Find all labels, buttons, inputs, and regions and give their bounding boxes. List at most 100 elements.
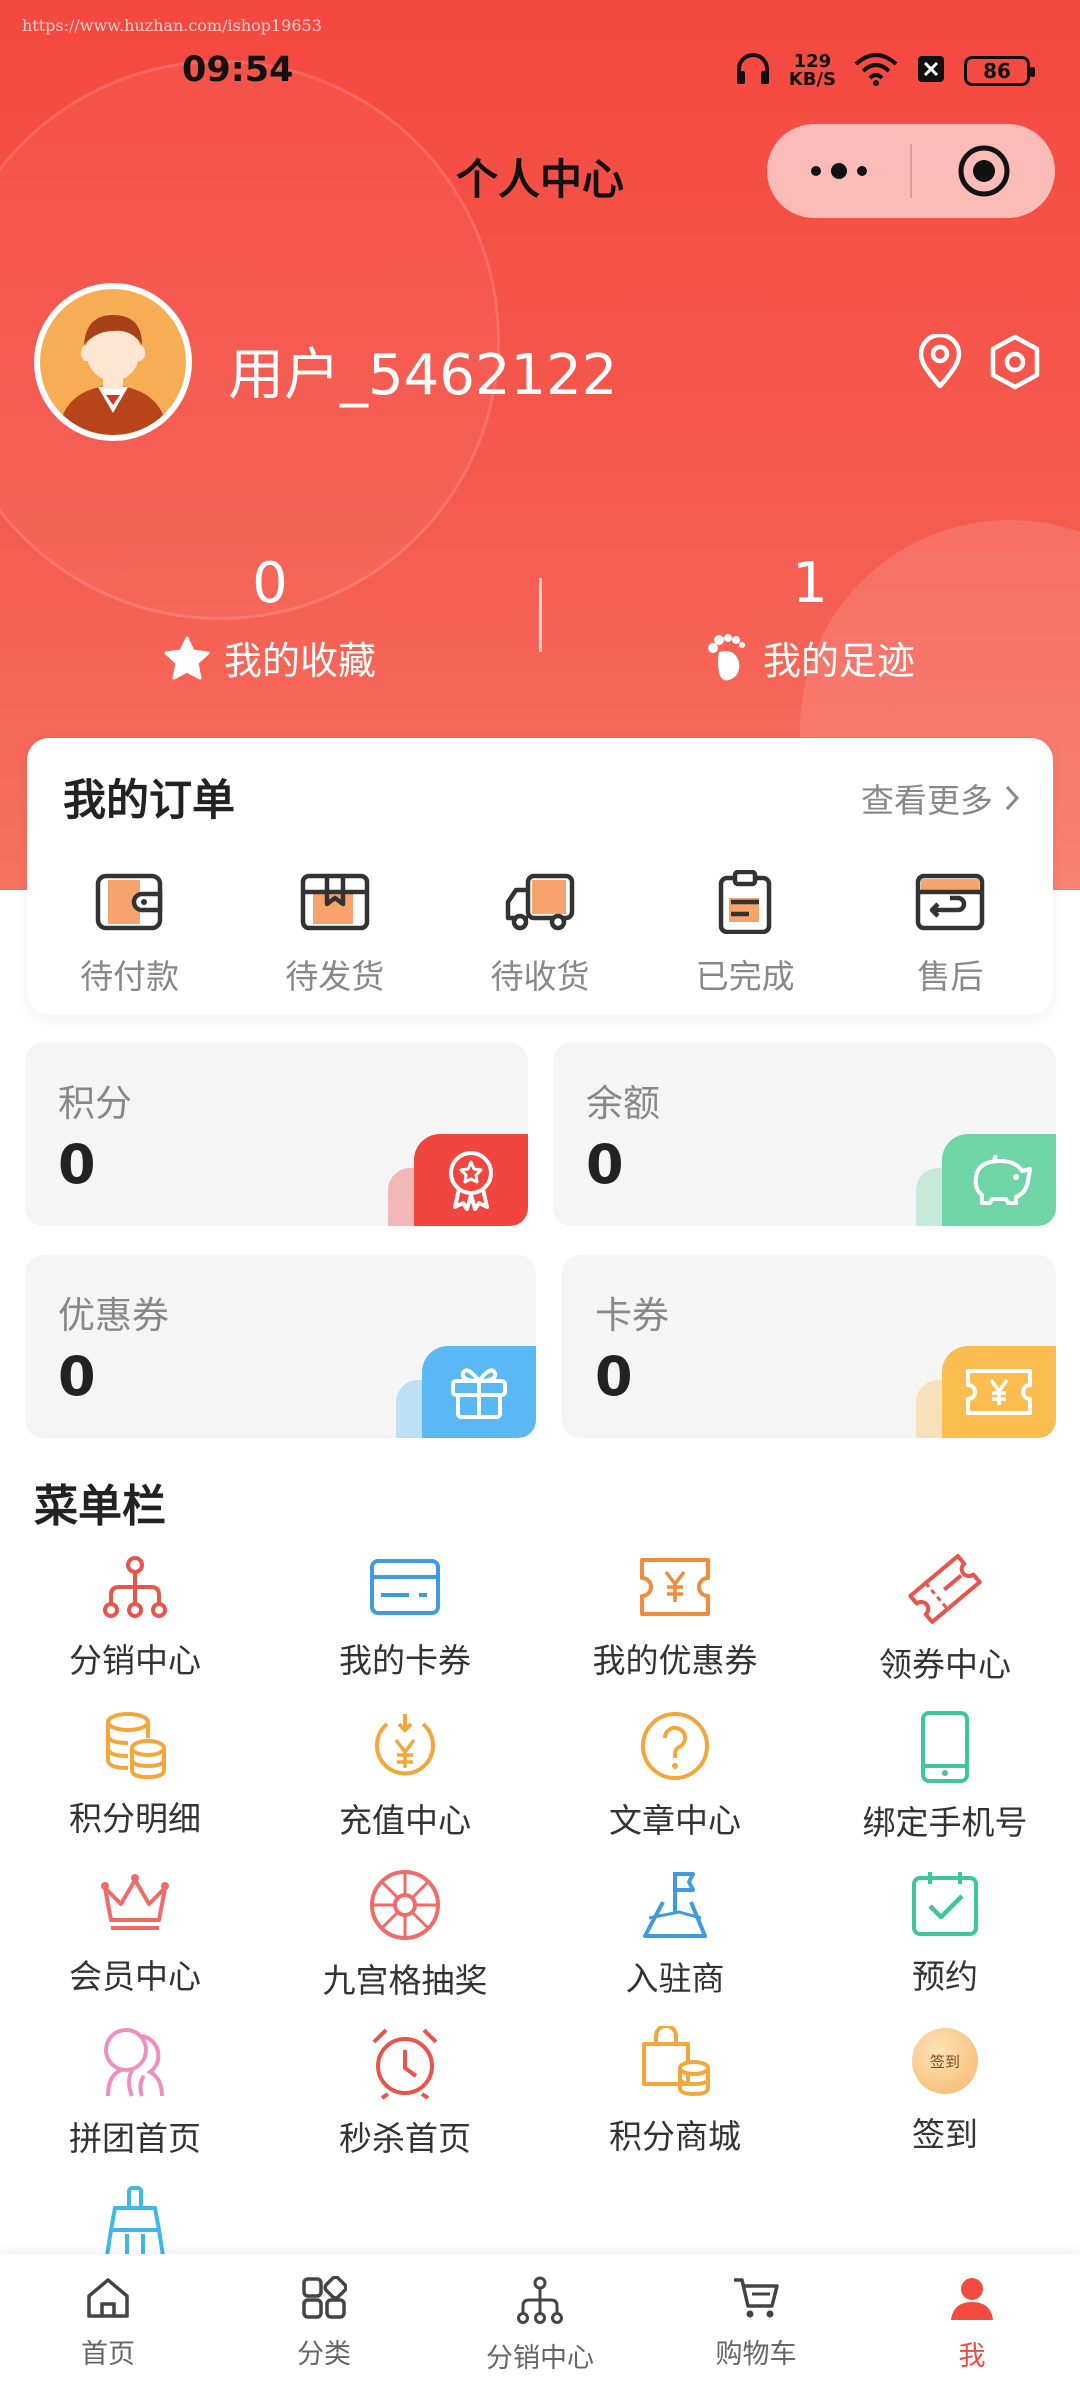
order-pending-payment[interactable]: 待付款 xyxy=(27,870,232,998)
menu-item-coupon-center[interactable]: 领券中心 xyxy=(810,1552,1080,1684)
order-after-sales[interactable]: 售后 xyxy=(848,870,1053,998)
menu-item-article-center[interactable]: 文章中心 xyxy=(540,1710,810,1840)
dot xyxy=(830,163,847,179)
piggy-bank-icon xyxy=(973,1154,1032,1205)
order-label: 售后 xyxy=(917,957,984,996)
menu-grid: 分销中心 我的卡券 我的优惠券 领券中心 积分明细 充值中心 文章中心 绑定手机… xyxy=(0,1552,1080,2314)
menu-item-member-center[interactable]: 会员中心 xyxy=(0,1868,270,1998)
asset-card-voucher-card[interactable]: 卡券 0 xyxy=(562,1255,1056,1438)
ticket-icon xyxy=(966,1369,1032,1415)
gift-icon xyxy=(451,1368,507,1419)
menu-item-merchant-join[interactable]: 入驻商 xyxy=(540,1868,810,1998)
package-icon xyxy=(300,873,370,931)
cart-icon xyxy=(734,2278,779,2318)
menu-item-points-mall[interactable]: 积分商城 xyxy=(540,2026,810,2156)
star-icon xyxy=(164,636,210,679)
header-actions xyxy=(916,332,1042,394)
tab-label: 我 xyxy=(958,2341,986,2372)
close-miniprogram-button[interactable] xyxy=(912,143,1055,199)
menu-item-label: 分销中心 xyxy=(69,1641,201,1680)
menu-item-label: 会员中心 xyxy=(69,1957,201,1996)
no-sim-icon xyxy=(916,54,946,88)
tab-label: 分类 xyxy=(297,2339,351,2370)
tab-label: 分销中心 xyxy=(486,2343,594,2374)
dot xyxy=(810,166,821,176)
tab-me[interactable]: 我 xyxy=(864,2254,1080,2400)
truck-icon xyxy=(505,873,575,931)
asset-badge xyxy=(942,1134,1056,1226)
menu-item-flash-sale-home[interactable]: 秒杀首页 xyxy=(270,2026,540,2158)
category-icon xyxy=(302,2276,347,2319)
recharge-icon xyxy=(375,1714,435,1776)
menu-item-group-buy-home[interactable]: 拼团首页 xyxy=(0,2026,270,2158)
status-indicators: 129 KB/S 86 xyxy=(735,52,1035,90)
stat-label: 我的收藏 xyxy=(223,639,376,683)
asset-points-card[interactable]: 积分 0 xyxy=(25,1043,528,1226)
bottom-tab-bar: 首页 分类 分销中心 购物车 我 xyxy=(0,2254,1080,2400)
card-icon xyxy=(370,1559,440,1615)
stat-favorites[interactable]: 0 我的收藏 xyxy=(0,548,540,685)
menu-item-label: 我的优惠券 xyxy=(592,1641,758,1680)
menu-item-label: 文章中心 xyxy=(609,1801,741,1840)
my-orders-card: 我的订单 查看更多 待付款 待发货 待收货 已完成 售后 xyxy=(27,738,1053,1015)
menu-item-bind-phone[interactable]: 绑定手机号 xyxy=(810,1710,1080,1842)
order-pending-shipment[interactable]: 待发货 xyxy=(232,870,437,998)
tab-home[interactable]: 首页 xyxy=(0,2254,216,2400)
menu-item-label: 秒杀首页 xyxy=(339,2119,471,2158)
net-speed-unit: KB/S xyxy=(788,69,836,90)
menu-item-my-coupons[interactable]: 我的优惠券 xyxy=(540,1552,810,1682)
more-options-button[interactable] xyxy=(767,163,910,179)
checkin-icon: 签到 xyxy=(912,2028,978,2094)
menu-item-reservation[interactable]: 预约 xyxy=(810,1868,1080,1998)
wifi-icon xyxy=(854,52,898,90)
asset-label: 卡券 xyxy=(595,1294,669,1337)
menu-item-points-detail[interactable]: 积分明细 xyxy=(0,1710,270,1840)
tab-category[interactable]: 分类 xyxy=(216,2254,432,2400)
avatar[interactable] xyxy=(34,283,192,441)
tab-cart[interactable]: 购物车 xyxy=(648,2254,864,2400)
question-icon xyxy=(641,1712,709,1780)
clipboard-icon xyxy=(718,870,772,934)
return-card-icon xyxy=(916,873,985,931)
view-more-link[interactable]: 查看更多 xyxy=(861,774,1019,822)
username[interactable]: 用户_5462122 xyxy=(228,330,617,411)
location-icon[interactable] xyxy=(916,332,964,394)
menu-item-label: 积分商城 xyxy=(609,2117,741,2156)
asset-badge xyxy=(422,1346,536,1438)
broom-icon xyxy=(105,2186,165,2257)
asset-balance-card[interactable]: 余额 0 xyxy=(553,1043,1056,1226)
menu-item-label: 拼团首页 xyxy=(69,2119,201,2158)
menu-item-label: 预约 xyxy=(912,1957,978,1996)
menu-item-lucky-draw[interactable]: 九宫格抽奖 xyxy=(270,1868,540,2000)
asset-label: 积分 xyxy=(58,1082,132,1125)
flag-icon xyxy=(643,1872,707,1938)
shopping-bag-icon xyxy=(642,2026,710,2097)
phone-icon xyxy=(921,1711,969,1783)
calendar-check-icon xyxy=(912,1872,978,1936)
menu-section-title: 菜单栏 xyxy=(34,1481,166,1532)
settings-icon[interactable] xyxy=(988,334,1042,394)
order-completed[interactable]: 已完成 xyxy=(643,870,848,998)
menu-item-label: 签到 xyxy=(912,2115,978,2154)
asset-coupon-card[interactable]: 优惠券 0 xyxy=(25,1255,536,1438)
menu-item-recharge-center[interactable]: 充值中心 xyxy=(270,1710,540,1840)
asset-badge xyxy=(942,1346,1056,1438)
menu-item-my-cards[interactable]: 我的卡券 xyxy=(270,1552,540,1682)
order-pending-receipt[interactable]: 待收货 xyxy=(437,870,642,998)
menu-item-label: 我的卡券 xyxy=(339,1641,471,1680)
stat-footprints[interactable]: 1 我的足迹 xyxy=(540,548,1080,685)
tab-label: 购物车 xyxy=(715,2339,797,2370)
ticket-icon xyxy=(908,1554,982,1624)
footprint-icon xyxy=(707,633,745,680)
menu-item-label: 绑定手机号 xyxy=(862,1803,1028,1842)
order-label: 待付款 xyxy=(80,957,180,996)
network-speed: 129 KB/S xyxy=(789,53,836,89)
asset-label: 优惠券 xyxy=(58,1294,169,1337)
menu-item-distribution-center[interactable]: 分销中心 xyxy=(0,1552,270,1682)
coupon-icon xyxy=(640,1558,710,1616)
wallet-icon xyxy=(95,873,162,931)
miniprogram-capsule xyxy=(767,124,1055,218)
tab-distribution[interactable]: 分销中心 xyxy=(432,2254,648,2400)
menu-item-check-in[interactable]: 签到 签到 xyxy=(810,2026,1080,2156)
target-icon xyxy=(958,145,1009,197)
